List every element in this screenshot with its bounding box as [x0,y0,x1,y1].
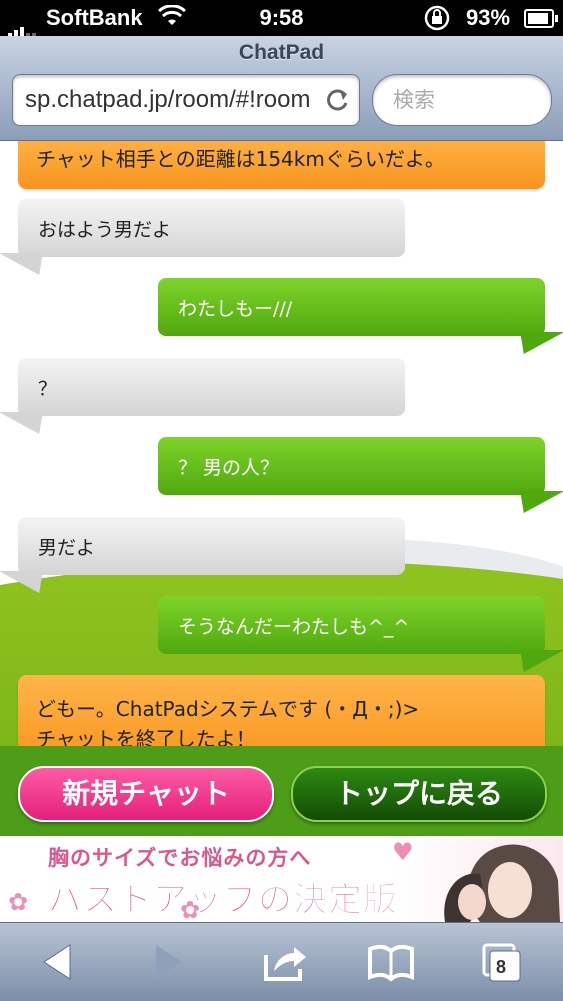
browser-toolbar: 8 [0,922,563,1001]
ad-illustration [440,840,560,922]
action-bar: 新規チャット トップに戻る [0,746,563,836]
chat-area[interactable]: チャット相手との距離は154kmぐらいだよ。 おはよう男だよ わたしもー/// … [0,141,563,746]
search-input[interactable] [391,83,545,117]
system-end-line-2: チャットを終了したよ！ [36,727,256,746]
ad-headline: 胸のサイズでお悩みの方へ [48,846,312,870]
ad-title: バストアップの決定版 [48,880,398,921]
back-to-top-button[interactable]: トップに戻る [291,766,547,822]
search-field[interactable] [372,74,552,126]
message-text: おはよう男だよ [38,219,172,241]
forward-arrow-icon[interactable] [152,939,188,985]
reload-icon[interactable] [323,81,351,124]
share-icon[interactable] [262,939,310,985]
heart-icon: ♥ [392,838,414,866]
battery-percent: 93% [466,5,511,30]
received-message: 男だよ [18,517,405,575]
orientation-lock-icon [423,5,451,37]
message-text: そうなんだーわたしも^_^ [178,616,410,638]
received-message: おはよう男だよ [18,199,405,257]
address-bar[interactable]: sp.chatpad.jp/room/#!room [12,74,360,126]
battery-icon [524,9,558,28]
tab-count: 8 [496,957,507,977]
ad-banner[interactable]: ✿ ✿ ♥ 胸のサイズでお悩みの方へ バストアップの決定版 [0,836,563,922]
address-text[interactable]: sp.chatpad.jp/room/#!room [25,86,315,114]
message-text: 男だよ [38,537,96,559]
system-message-text: チャット相手との距離は154kmぐらいだよ。 [36,147,445,171]
browser-chrome: ChatPad sp.chatpad.jp/room/#!room [0,36,563,141]
new-chat-button[interactable]: 新規チャット [18,766,274,822]
status-bar: SoftBank 9:58 93% [0,0,563,38]
sent-message: ？ 男の人？ [158,437,545,495]
received-message: ？ [18,358,405,416]
back-arrow-icon[interactable] [38,939,74,985]
system-message: チャット相手との距離は154kmぐらいだよ。 [18,141,545,189]
message-text: わたしもー/// [178,298,293,320]
tabs-icon[interactable]: 8 [480,939,524,985]
message-text: ？ 男の人？ [178,457,280,479]
message-text: ？ [38,378,58,400]
page-title: ChatPad [238,41,325,64]
flower-icon: ✿ [8,888,29,916]
sent-message: そうなんだーわたしも^_^ [158,596,545,654]
system-end-message: どもー。ChatPadシステムです (・Д・;)> チャットを終了したよ！ [18,675,545,746]
sent-message: わたしもー/// [158,278,545,336]
bookmarks-icon[interactable] [366,939,416,985]
system-end-line-1: どもー。ChatPadシステムです (・Д・;)> [36,697,420,721]
